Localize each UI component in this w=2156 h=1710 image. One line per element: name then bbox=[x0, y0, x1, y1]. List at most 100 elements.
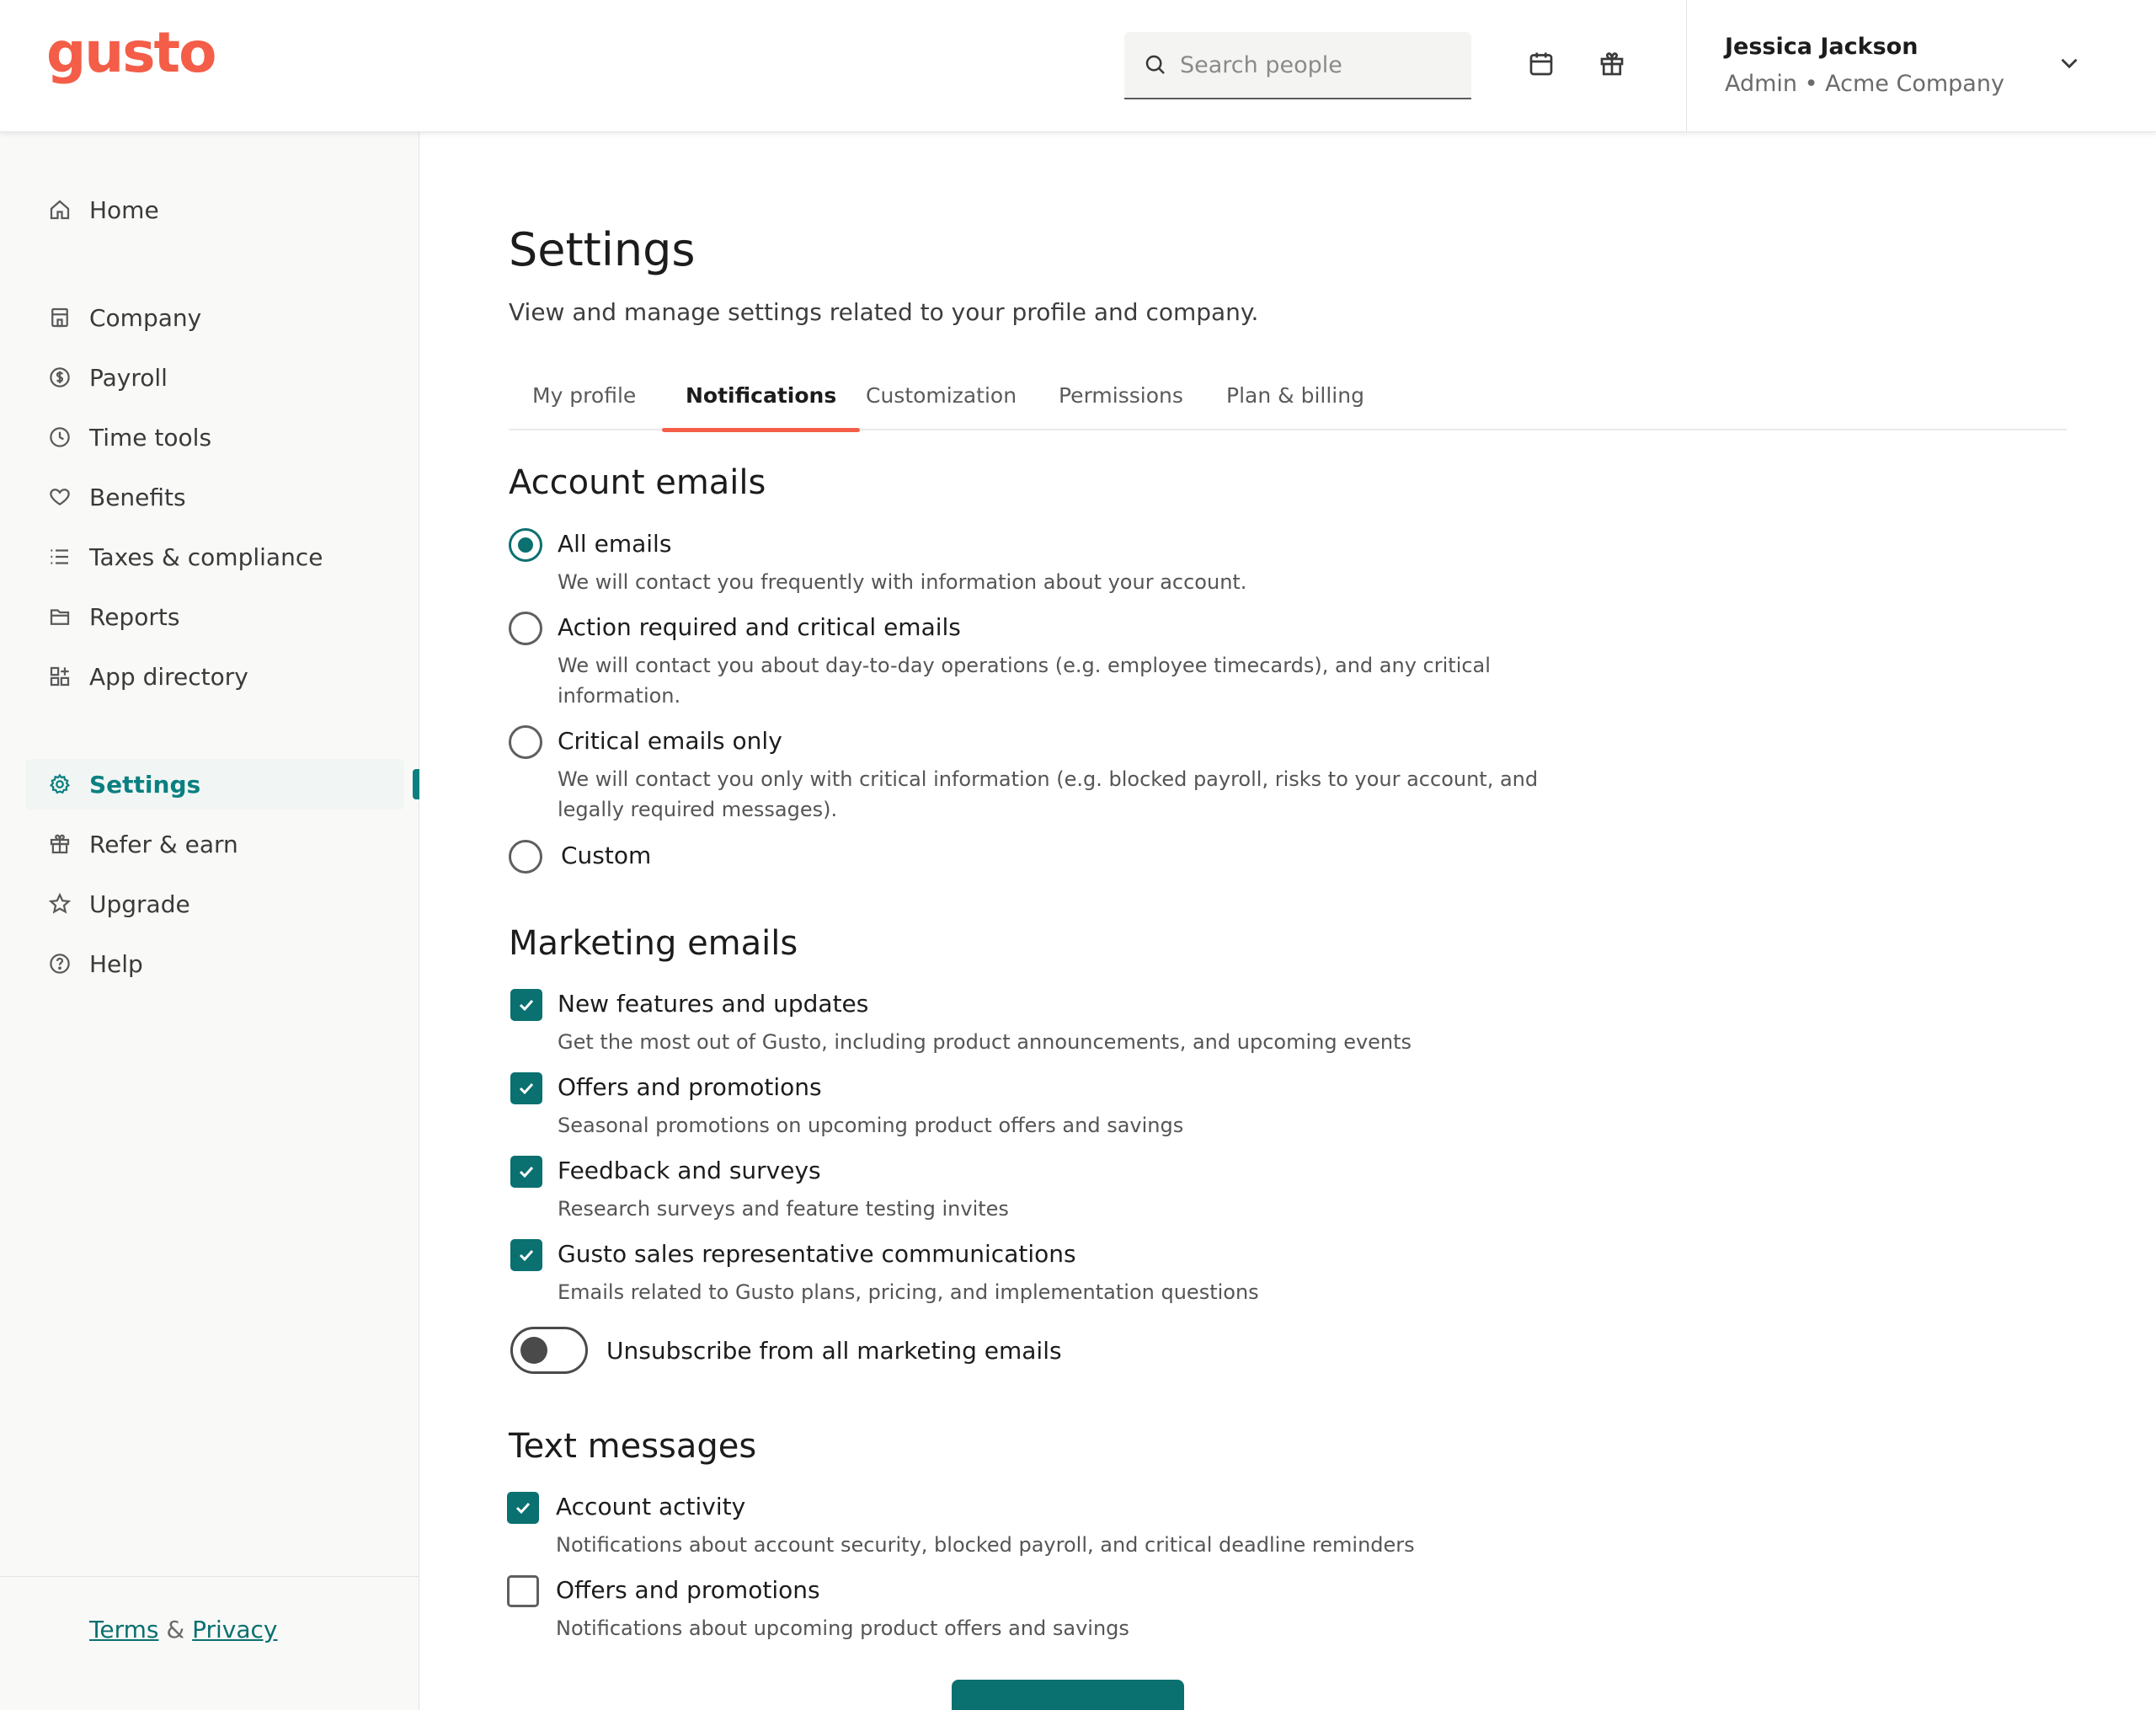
option-label: Critical emails only bbox=[558, 727, 782, 755]
building-icon bbox=[51, 307, 68, 328]
unsubscribe-toggle[interactable] bbox=[510, 1327, 588, 1374]
calendar-icon[interactable] bbox=[1524, 47, 1558, 81]
gear-icon bbox=[49, 773, 71, 794]
search-input[interactable] bbox=[1180, 51, 1449, 78]
star-icon bbox=[48, 892, 72, 914]
radio-all-emails[interactable] bbox=[509, 528, 542, 562]
dollar-circle-icon bbox=[50, 367, 70, 387]
sidebar-item-time-tools[interactable]: Time tools bbox=[25, 412, 404, 462]
page-title: Settings bbox=[509, 223, 696, 276]
sidebar-item-reports[interactable]: Reports bbox=[25, 591, 404, 642]
home-icon bbox=[50, 200, 70, 220]
sidebar-item-label: Taxes & compliance bbox=[89, 542, 323, 571]
gift-icon[interactable] bbox=[1595, 47, 1629, 81]
sidebar-item-label: Home bbox=[89, 195, 159, 224]
sidebar-item-label: Time tools bbox=[89, 423, 212, 452]
checkmark-icon bbox=[519, 1249, 534, 1262]
terms-link[interactable]: Terms bbox=[89, 1616, 158, 1643]
legal-links: Terms & Privacy bbox=[89, 1616, 278, 1643]
checkmark-icon bbox=[519, 999, 534, 1012]
tab-notifications[interactable]: Notifications bbox=[662, 377, 861, 432]
marketing-emails-heading: Marketing emails bbox=[509, 924, 798, 963]
sidebar-item-label: Refer & earn bbox=[89, 830, 238, 858]
chevron-down-icon[interactable] bbox=[2055, 49, 2084, 77]
option-label: Account activity bbox=[556, 1493, 746, 1520]
option-description: Seasonal promotions on upcoming product … bbox=[558, 1114, 1184, 1137]
sidebar-item-label: Help bbox=[89, 949, 143, 978]
user-role: Admin • Acme Company bbox=[1725, 71, 2004, 97]
search-icon bbox=[1145, 55, 1165, 74]
sidebar-item-home[interactable]: Home bbox=[25, 184, 404, 235]
search-box[interactable] bbox=[1124, 32, 1471, 99]
sidebar-item-benefits[interactable]: Benefits bbox=[25, 472, 404, 522]
checkmark-icon bbox=[519, 1082, 534, 1095]
active-nav-indicator bbox=[413, 769, 419, 799]
tab-permissions[interactable]: Permissions bbox=[1035, 377, 1207, 430]
option-description: Research surveys and feature testing inv… bbox=[558, 1197, 1009, 1221]
gusto-logo[interactable]: gusto bbox=[46, 25, 216, 81]
sidebar-item-label: Company bbox=[89, 303, 202, 332]
option-label: All emails bbox=[558, 530, 672, 558]
option-label: Offers and promotions bbox=[558, 1073, 822, 1101]
option-description: Notifications about account security, bl… bbox=[556, 1533, 1415, 1557]
sidebar-item-label: App directory bbox=[89, 662, 248, 691]
sidebar-item-help[interactable]: Help bbox=[25, 938, 404, 989]
option-description: Emails related to Gusto plans, pricing, … bbox=[558, 1280, 1259, 1304]
help-circle-icon bbox=[50, 954, 70, 974]
clock-icon bbox=[50, 427, 70, 447]
list-icon bbox=[51, 549, 68, 564]
option-description: We will contact you about day-to-day ope… bbox=[558, 654, 1491, 708]
sidebar-item-upgrade[interactable]: Upgrade bbox=[25, 879, 404, 929]
radio-action-required[interactable] bbox=[509, 612, 542, 645]
option-label: Feedback and surveys bbox=[558, 1157, 821, 1184]
heart-icon bbox=[50, 489, 70, 506]
sidebar-item-taxes-compliance[interactable]: Taxes & compliance bbox=[25, 532, 404, 582]
option-label: Offers and promotions bbox=[556, 1576, 820, 1604]
sidebar-item-label: Payroll bbox=[89, 363, 168, 392]
apps-grid-icon bbox=[50, 666, 70, 687]
settings-tabs: My profile Notifications Customization P… bbox=[509, 377, 2067, 432]
gift-icon bbox=[50, 834, 70, 854]
sidebar-item-label: Benefits bbox=[89, 483, 186, 511]
option-label: Action required and critical emails bbox=[558, 613, 961, 641]
sidebar-item-settings[interactable]: Settings bbox=[25, 759, 404, 810]
radio-custom[interactable] bbox=[509, 840, 542, 874]
header-divider bbox=[1686, 0, 1687, 132]
option-label: Custom bbox=[561, 842, 652, 869]
user-name[interactable]: Jessica Jackson bbox=[1725, 34, 1918, 60]
sidebar-item-label: Upgrade bbox=[89, 890, 190, 918]
checkbox-feedback-surveys[interactable] bbox=[510, 1156, 542, 1188]
account-emails-heading: Account emails bbox=[509, 463, 766, 502]
page-subtitle: View and manage settings related to your… bbox=[509, 298, 1259, 326]
top-header: gusto Jessica Jackson Admin • Acme Compa… bbox=[0, 0, 2156, 132]
save-button[interactable] bbox=[952, 1680, 1184, 1710]
tab-my-profile[interactable]: My profile bbox=[509, 377, 659, 430]
text-messages-heading: Text messages bbox=[509, 1427, 757, 1466]
checkbox-account-activity[interactable] bbox=[507, 1492, 539, 1524]
tab-plan-billing[interactable]: Plan & billing bbox=[1203, 377, 1388, 430]
option-label: Gusto sales representative communication… bbox=[558, 1240, 1076, 1268]
checkbox-sales-rep[interactable] bbox=[510, 1239, 542, 1271]
tab-customization[interactable]: Customization bbox=[842, 377, 1040, 430]
folder-icon bbox=[50, 609, 70, 625]
checkbox-offers-promotions-sms[interactable] bbox=[507, 1575, 539, 1607]
option-description: We will contact you frequently with info… bbox=[558, 570, 1247, 594]
sidebar-item-app-directory[interactable]: App directory bbox=[25, 651, 404, 702]
sidebar-item-label: Reports bbox=[89, 602, 180, 631]
privacy-link[interactable]: Privacy bbox=[192, 1616, 277, 1643]
option-label: Unsubscribe from all marketing emails bbox=[606, 1337, 1062, 1365]
sidebar-footer-divider bbox=[0, 1576, 419, 1577]
option-label: New features and updates bbox=[558, 990, 869, 1018]
checkmark-icon bbox=[519, 1166, 534, 1178]
option-description: Notifications about upcoming product off… bbox=[556, 1616, 1129, 1640]
checkbox-new-features[interactable] bbox=[510, 989, 542, 1021]
option-description: Get the most out of Gusto, including pro… bbox=[558, 1030, 1412, 1054]
sidebar-item-company[interactable]: Company bbox=[25, 292, 404, 343]
sidebar-item-refer-earn[interactable]: Refer & earn bbox=[25, 819, 404, 869]
option-description: We will contact you only with critical i… bbox=[558, 767, 1539, 821]
amp-separator: & bbox=[166, 1616, 185, 1643]
sidebar-item-payroll[interactable]: Payroll bbox=[25, 352, 404, 403]
checkbox-offers-promotions[interactable] bbox=[510, 1072, 542, 1104]
sidebar-item-label: Settings bbox=[89, 770, 201, 799]
radio-critical-only[interactable] bbox=[509, 725, 542, 759]
